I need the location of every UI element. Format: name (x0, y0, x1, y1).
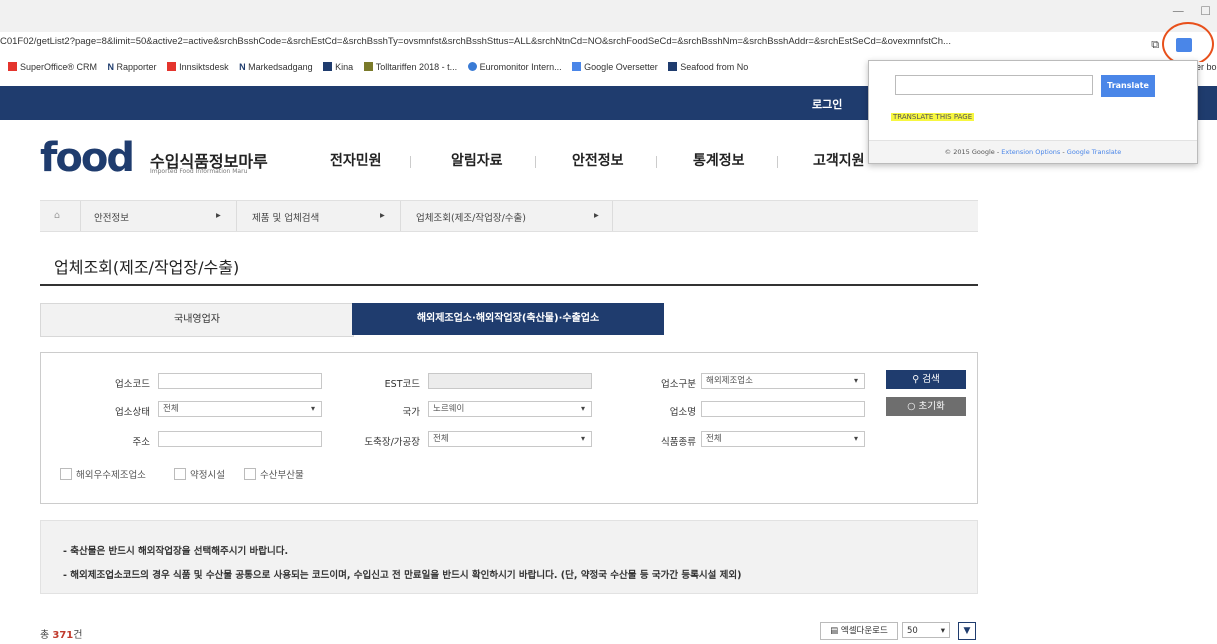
logo-subtitle: Imported Food Information Maru (150, 168, 248, 175)
bookmark-icon (363, 62, 373, 71)
translate-page-icon[interactable]: ⧉ (1151, 38, 1159, 51)
reset-button[interactable]: ○ 초기화 (886, 397, 966, 416)
bookmark-item[interactable]: N Rapporter (108, 62, 157, 72)
breadcrumb-safety-info[interactable]: 안전정보 (94, 210, 129, 224)
chevron-right-icon[interactable]: ▸ (380, 210, 385, 221)
chevron-right-icon[interactable]: ▸ (216, 210, 221, 221)
facility-label: 도축장/가공장 (364, 437, 420, 448)
checkbox-excellent-manufacturer[interactable]: 해외우수제조업소 (60, 467, 146, 481)
site-logo[interactable]: food (40, 135, 135, 181)
title-divider (40, 284, 978, 286)
bookmark-item[interactable]: Tolltariffen 2018 - t... (363, 62, 457, 72)
food-type-label: 식품종류 (661, 437, 696, 448)
search-button[interactable]: ⚲ 검색 (886, 370, 966, 389)
n-icon: N (239, 62, 249, 72)
checkbox-box[interactable] (244, 468, 256, 480)
chevron-right-icon[interactable]: ▸ (594, 210, 599, 221)
notice-line: - 축산물은 반드시 해외작업장을 선택해주시기 바랍니다. (63, 546, 289, 557)
checkbox-marine-byproduct[interactable]: 수산부산물 (244, 467, 304, 481)
address-input[interactable] (158, 431, 322, 447)
translate-text-input[interactable] (895, 75, 1093, 95)
window-controls: — ☐ (1156, 4, 1211, 18)
bookmark-item[interactable]: Kina (323, 62, 353, 72)
fish-icon (668, 62, 678, 71)
company-name-input[interactable] (701, 401, 865, 417)
chevron-down-icon: ▾ (940, 626, 945, 636)
bookmark-item[interactable]: Google Oversetter (572, 62, 658, 72)
minimize-icon[interactable]: — (1172, 4, 1184, 18)
nav-civil-service[interactable]: 전자민원 (330, 150, 382, 170)
tab-domestic[interactable]: 국내영업자 (40, 303, 354, 337)
breadcrumb-product-search[interactable]: 제품 및 업체검색 (252, 210, 319, 224)
bookmark-item[interactable]: SuperOffice® CRM (8, 62, 97, 72)
company-type-label: 업소구분 (661, 379, 696, 390)
bookmark-item[interactable]: er bo (1196, 62, 1217, 72)
address-bar[interactable]: C01F02/getList2?page=8&limit=50&active2=… (0, 36, 1140, 54)
translate-popup: Translate TRANSLATE THIS PAGE © 2015 Goo… (868, 60, 1198, 164)
excel-download-button[interactable]: ▤ 엑셀다운로드 (820, 622, 898, 640)
list-view-button[interactable]: ▼ (958, 622, 976, 640)
n-icon: N (107, 62, 117, 72)
nav-safety-info[interactable]: 안전정보 (572, 150, 624, 170)
browser-titlebar: — ☐ (0, 0, 1217, 32)
bookmark-item[interactable]: N Markedsadgang (239, 62, 313, 72)
tab-overseas[interactable]: 해외제조업소·해외작업장(축산물)·수출업소 (352, 303, 664, 335)
company-status-label: 업소상태 (115, 407, 150, 418)
breadcrumb-divider (400, 201, 401, 231)
address-label: 주소 (132, 437, 150, 448)
bookmark-icon (323, 62, 333, 71)
bookmark-icon (167, 62, 177, 71)
nav-notices[interactable]: 알림자료 (451, 150, 503, 170)
total-count: 총 371건 (40, 630, 83, 641)
est-code-input[interactable] (428, 373, 592, 389)
breadcrumb: ⌂ 안전정보 ▸ 제품 및 업체검색 ▸ 업체조회(제조/작업장/수출) ▸ (40, 200, 978, 232)
translate-this-page-link[interactable]: TRANSLATE THIS PAGE (891, 113, 975, 121)
bookmark-item[interactable]: Seafood from No (668, 62, 748, 72)
nav-divider (410, 156, 411, 168)
nav-statistics[interactable]: 통계정보 (693, 150, 745, 170)
breadcrumb-divider (236, 201, 237, 231)
company-code-label: 업소코드 (115, 379, 150, 390)
login-link[interactable]: 로그인 (812, 96, 842, 112)
country-select[interactable]: 노르웨이 (428, 401, 592, 417)
translate-popup-footer: © 2015 Google - Extension Options - Goog… (869, 140, 1197, 163)
excel-icon: ▤ (830, 626, 839, 636)
reset-icon: ○ (907, 401, 916, 412)
nav-divider (777, 156, 778, 168)
superoffice-icon (8, 62, 17, 71)
page-title: 업체조회(제조/작업장/수출) (54, 258, 240, 277)
company-type-select[interactable]: 해외제조업소 (701, 373, 865, 389)
food-type-select[interactable]: 전체 (701, 431, 865, 447)
notice-line: - 해외제조업소코드의 경우 식품 및 수산물 공통으로 사용되는 코드이며, … (63, 570, 742, 581)
per-page-select[interactable]: 50 ▾ (902, 622, 950, 638)
maximize-icon[interactable]: ☐ (1200, 4, 1211, 18)
search-icon: ⚲ (912, 374, 920, 385)
notice-box: - 축산물은 반드시 해외작업장을 선택해주시기 바랍니다. - 해외제조업소코… (40, 520, 978, 594)
facility-select[interactable]: 전체 (428, 431, 592, 447)
checkbox-box[interactable] (174, 468, 186, 480)
extension-options-link[interactable]: Extension Options (1001, 148, 1060, 156)
checkbox-box[interactable] (60, 468, 72, 480)
est-code-label: EST코드 (384, 379, 420, 390)
company-code-input[interactable] (158, 373, 322, 389)
google-translate-link[interactable]: Google Translate (1067, 148, 1122, 156)
nav-divider (656, 156, 657, 168)
breadcrumb-divider (80, 201, 81, 231)
nav-customer-support[interactable]: 고객지원 (813, 150, 865, 170)
bookmark-item[interactable]: Innsiktsdesk (167, 62, 229, 72)
breadcrumb-divider (612, 201, 613, 231)
home-icon[interactable]: ⌂ (54, 210, 60, 221)
breadcrumb-company-search[interactable]: 업체조회(제조/작업장/수출) (416, 210, 526, 224)
country-label: 국가 (402, 407, 420, 418)
checkbox-agreement-facility[interactable]: 약정시설 (174, 467, 225, 481)
google-translate-icon (572, 62, 582, 71)
company-name-label: 업소명 (669, 407, 696, 418)
company-status-select[interactable]: 전체 (158, 401, 322, 417)
bookmark-icon (467, 62, 477, 71)
bookmark-item[interactable]: Euromonitor Intern... (467, 62, 562, 72)
nav-divider (535, 156, 536, 168)
translate-button[interactable]: Translate (1101, 75, 1155, 97)
